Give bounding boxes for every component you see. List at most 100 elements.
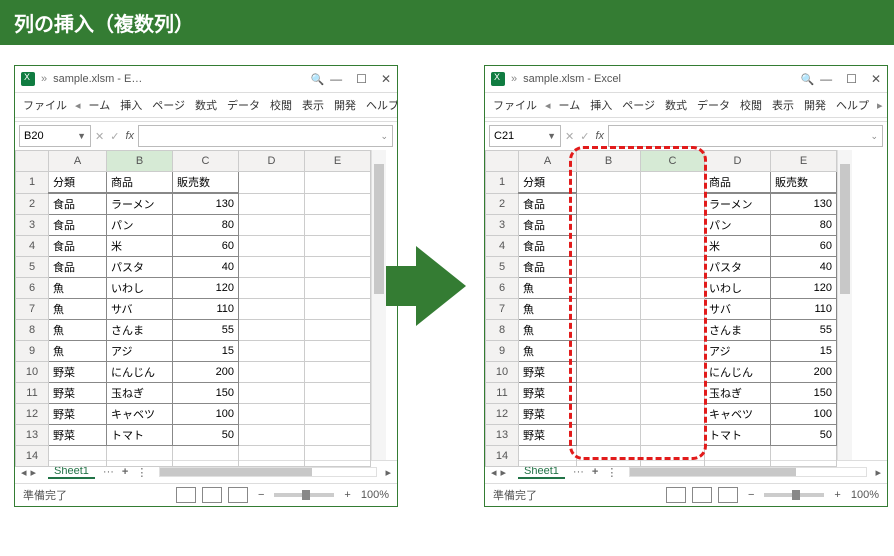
close-button[interactable]: ✕ bbox=[381, 72, 391, 86]
cell[interactable]: 120 bbox=[173, 278, 239, 299]
zoom-slider[interactable] bbox=[274, 493, 334, 497]
page-break-button[interactable] bbox=[228, 487, 248, 503]
cell[interactable] bbox=[305, 215, 371, 236]
ribbon-scroll-left-icon[interactable]: ◂ bbox=[543, 99, 553, 112]
cell[interactable] bbox=[239, 425, 305, 446]
sheet-tab[interactable]: Sheet1 bbox=[48, 465, 95, 479]
vertical-scrollbar[interactable] bbox=[837, 150, 852, 460]
sheet-nav-arrows[interactable]: ◂▸ bbox=[21, 466, 40, 479]
cell[interactable]: 米 bbox=[107, 236, 173, 257]
cell[interactable] bbox=[641, 425, 705, 446]
maximize-button[interactable]: ☐ bbox=[356, 72, 367, 86]
cell[interactable] bbox=[239, 257, 305, 278]
cell[interactable] bbox=[641, 404, 705, 425]
ribbon-tab-review[interactable]: 校閲 bbox=[266, 97, 296, 113]
row-header[interactable]: 6 bbox=[486, 278, 519, 299]
name-box[interactable]: B20 ▼ bbox=[19, 125, 91, 147]
cell[interactable]: 販売数 bbox=[173, 172, 239, 194]
cell[interactable]: 150 bbox=[173, 383, 239, 404]
cell[interactable]: 40 bbox=[173, 257, 239, 278]
cell[interactable]: キャベツ bbox=[705, 404, 771, 425]
cell[interactable] bbox=[577, 425, 641, 446]
cell[interactable] bbox=[173, 446, 239, 467]
fx-icon[interactable]: fx bbox=[125, 130, 134, 142]
zoom-slider[interactable] bbox=[764, 493, 824, 497]
page-layout-button[interactable] bbox=[692, 487, 712, 503]
select-all-corner[interactable] bbox=[486, 151, 519, 172]
cell[interactable]: 50 bbox=[771, 425, 837, 446]
col-header[interactable]: C bbox=[641, 151, 705, 172]
cell[interactable]: いわし bbox=[705, 278, 771, 299]
cell[interactable]: 魚 bbox=[49, 341, 107, 362]
zoom-value[interactable]: 100% bbox=[361, 489, 389, 501]
cell[interactable] bbox=[239, 320, 305, 341]
cell[interactable]: 食品 bbox=[49, 236, 107, 257]
cell[interactable] bbox=[577, 446, 641, 467]
ribbon-tab-view[interactable]: 表示 bbox=[298, 97, 328, 113]
cell[interactable]: 55 bbox=[771, 320, 837, 341]
cell[interactable] bbox=[577, 193, 641, 215]
row-header[interactable]: 14 bbox=[486, 446, 519, 467]
cell[interactable]: 魚 bbox=[519, 299, 577, 320]
cell[interactable]: 野菜 bbox=[519, 383, 577, 404]
cell[interactable]: 魚 bbox=[49, 278, 107, 299]
scroll-right-icon[interactable]: ▸ bbox=[875, 466, 881, 479]
minimize-button[interactable]: — bbox=[820, 72, 832, 86]
row-header[interactable]: 7 bbox=[16, 299, 49, 320]
cell[interactable]: 食品 bbox=[49, 193, 107, 215]
cell[interactable] bbox=[577, 236, 641, 257]
zoom-in-button[interactable]: + bbox=[344, 489, 350, 501]
cell[interactable]: 分類 bbox=[519, 172, 577, 194]
name-box[interactable]: C21 ▼ bbox=[489, 125, 561, 147]
cell[interactable] bbox=[641, 215, 705, 236]
cell[interactable]: 食品 bbox=[519, 215, 577, 236]
normal-view-button[interactable] bbox=[176, 487, 196, 503]
cell[interactable]: 150 bbox=[771, 383, 837, 404]
cell[interactable]: 80 bbox=[771, 215, 837, 236]
row-header[interactable]: 13 bbox=[486, 425, 519, 446]
cell[interactable] bbox=[239, 172, 305, 194]
cell[interactable]: サバ bbox=[705, 299, 771, 320]
cell[interactable] bbox=[305, 362, 371, 383]
col-header[interactable]: D bbox=[705, 151, 771, 172]
spreadsheet-grid[interactable]: ABCDE1分類商品販売数2食品ラーメン1303食品パン804食品米605食品パ… bbox=[15, 150, 371, 467]
ribbon-tab-insert[interactable]: 挿入 bbox=[586, 97, 616, 113]
cell[interactable]: 15 bbox=[173, 341, 239, 362]
cell[interactable]: 50 bbox=[173, 425, 239, 446]
ribbon-scroll-left-icon[interactable]: ◂ bbox=[73, 99, 83, 112]
cell[interactable]: トマト bbox=[705, 425, 771, 446]
ribbon-tab-page[interactable]: ページ bbox=[618, 97, 659, 113]
ribbon-tab-file[interactable]: ファイル bbox=[489, 97, 541, 113]
cell[interactable] bbox=[641, 383, 705, 404]
cell[interactable] bbox=[641, 320, 705, 341]
new-sheet-button[interactable]: + bbox=[122, 466, 128, 478]
cell[interactable]: 魚 bbox=[519, 341, 577, 362]
cell[interactable]: 野菜 bbox=[49, 383, 107, 404]
search-icon[interactable]: 🔍 bbox=[800, 73, 814, 86]
cell[interactable]: さんま bbox=[705, 320, 771, 341]
cell[interactable]: ラーメン bbox=[107, 193, 173, 215]
cell[interactable]: 100 bbox=[173, 404, 239, 425]
cell[interactable]: キャベツ bbox=[107, 404, 173, 425]
cell[interactable] bbox=[305, 236, 371, 257]
cell[interactable]: 玉ねぎ bbox=[705, 383, 771, 404]
cell[interactable]: 野菜 bbox=[519, 425, 577, 446]
cell[interactable]: 食品 bbox=[519, 257, 577, 278]
ribbon-tab-data[interactable]: データ bbox=[223, 97, 264, 113]
row-header[interactable]: 2 bbox=[486, 193, 519, 215]
row-header[interactable]: 1 bbox=[16, 172, 49, 194]
cell[interactable] bbox=[107, 446, 173, 467]
more-sheets-icon[interactable]: ··· bbox=[573, 466, 584, 478]
zoom-value[interactable]: 100% bbox=[851, 489, 879, 501]
cell[interactable]: 魚 bbox=[49, 299, 107, 320]
cell[interactable] bbox=[577, 172, 641, 194]
minimize-button[interactable]: — bbox=[330, 72, 342, 86]
row-header[interactable]: 2 bbox=[16, 193, 49, 215]
row-header[interactable]: 8 bbox=[16, 320, 49, 341]
close-button[interactable]: ✕ bbox=[871, 72, 881, 86]
ribbon-tab-home[interactable]: ーム bbox=[555, 97, 585, 113]
cell[interactable]: 130 bbox=[173, 193, 239, 215]
col-header[interactable]: A bbox=[49, 151, 107, 172]
cell[interactable]: 130 bbox=[771, 193, 837, 215]
cell[interactable]: 110 bbox=[173, 299, 239, 320]
